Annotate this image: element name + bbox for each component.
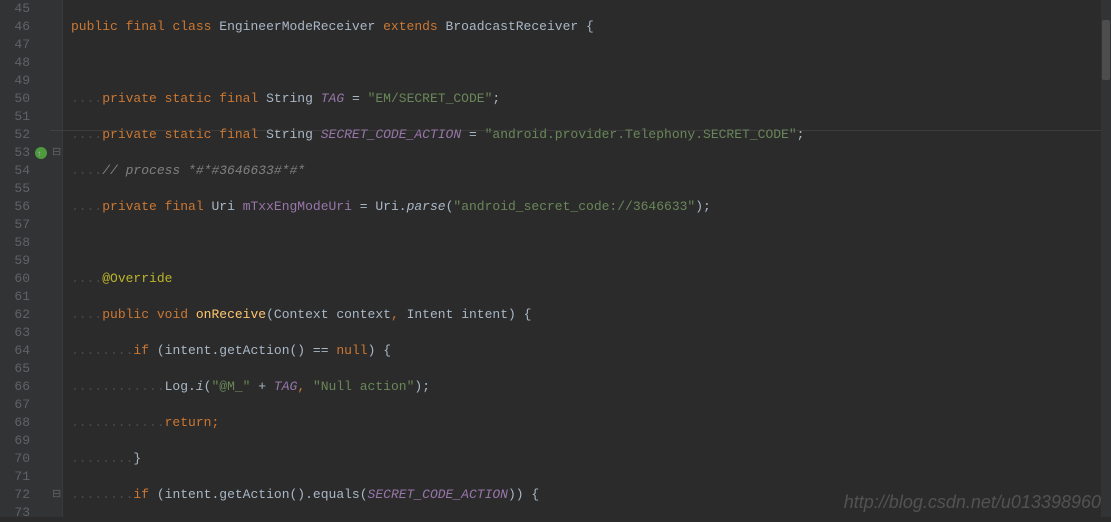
line-number: 73 (6, 504, 30, 522)
line-number: 66 (6, 378, 30, 396)
code-line[interactable]: ............return; (71, 414, 1111, 432)
line-number: 69 (6, 432, 30, 450)
line-number: 52 (6, 126, 30, 144)
vertical-scrollbar[interactable] (1101, 0, 1111, 517)
fold-gutter[interactable]: ⊟ ⊟ (50, 0, 63, 517)
watermark-text: http://blog.csdn.net/u013398960 (844, 493, 1101, 511)
line-number: 55 (6, 180, 30, 198)
code-line[interactable]: ....private static final String TAG = "E… (71, 90, 1111, 108)
line-number: 48 (6, 54, 30, 72)
code-line[interactable]: ........} (71, 450, 1111, 468)
code-line[interactable]: ....@Override (71, 270, 1111, 288)
line-number: 56 (6, 198, 30, 216)
line-number: 57 (6, 216, 30, 234)
line-number: 49 (6, 72, 30, 90)
line-number: 61 (6, 288, 30, 306)
line-number: 53 (6, 144, 30, 162)
line-number: 45 (6, 0, 30, 18)
fold-collapse-icon[interactable]: ⊟ (52, 144, 61, 162)
scrollbar-thumb[interactable] (1102, 20, 1110, 80)
line-number: 71 (6, 468, 30, 486)
line-number: 47 (6, 36, 30, 54)
code-editor[interactable]: 45 46 47 48 49 50 51 52 53 54 55 56 57 5… (0, 0, 1111, 517)
line-number: 50 (6, 90, 30, 108)
line-number: 51 (6, 108, 30, 126)
code-line[interactable]: ....public void onReceive(Context contex… (71, 306, 1111, 324)
code-line[interactable]: public final class EngineerModeReceiver … (71, 18, 1111, 36)
line-number: 64 (6, 342, 30, 360)
gutter-icon-strip (34, 0, 50, 517)
code-area[interactable]: public final class EngineerModeReceiver … (63, 0, 1111, 517)
line-number: 46 (6, 18, 30, 36)
override-marker-icon[interactable] (35, 147, 47, 159)
line-number: 67 (6, 396, 30, 414)
line-number: 60 (6, 270, 30, 288)
line-number: 62 (6, 306, 30, 324)
line-number: 65 (6, 360, 30, 378)
line-number: 63 (6, 324, 30, 342)
line-number: 70 (6, 450, 30, 468)
code-line[interactable]: ....// process *#*#3646633#*#* (71, 162, 1111, 180)
code-line[interactable]: ........if (intent.getAction() == null) … (71, 342, 1111, 360)
code-line[interactable]: ............Log.i("@M_" + TAG, "Null act… (71, 378, 1111, 396)
line-number: 72 (6, 486, 30, 504)
line-number: 54 (6, 162, 30, 180)
line-number: 58 (6, 234, 30, 252)
line-number: 59 (6, 252, 30, 270)
method-separator-line (50, 130, 1111, 131)
code-line[interactable]: ....private final Uri mTxxEngModeUri = U… (71, 198, 1111, 216)
code-line[interactable]: ....private static final String SECRET_C… (71, 126, 1111, 144)
line-number: 68 (6, 414, 30, 432)
fold-end-icon[interactable]: ⊟ (52, 486, 61, 504)
code-line[interactable] (71, 234, 1111, 252)
code-line[interactable] (71, 54, 1111, 72)
line-number-gutter: 45 46 47 48 49 50 51 52 53 54 55 56 57 5… (0, 0, 34, 517)
